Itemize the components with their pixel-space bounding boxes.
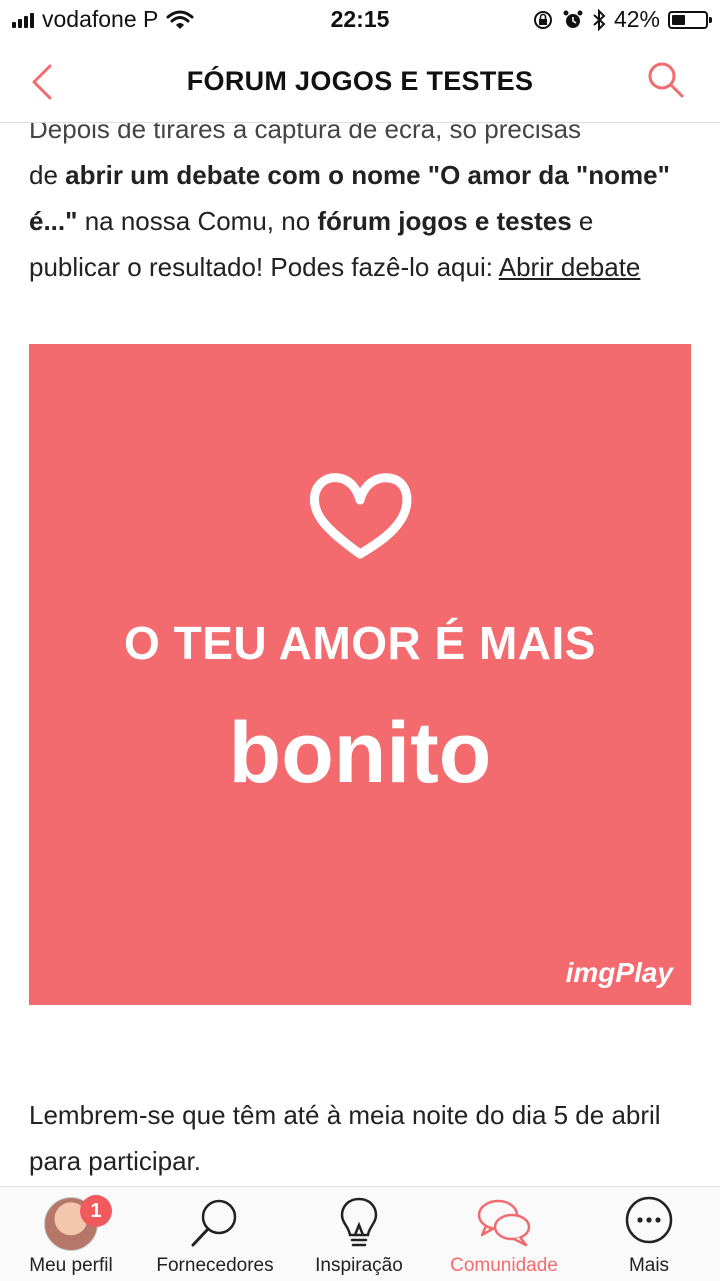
promo-line-2: bonito — [228, 705, 492, 801]
heart-icon — [309, 473, 412, 559]
text-run: de — [29, 160, 66, 190]
promo-line-1: O TEU AMOR É MAIS — [124, 617, 596, 669]
deadline-note: Lembrem-se que têm até à meia noite do d… — [29, 1100, 661, 1176]
bluetooth-icon — [593, 8, 606, 31]
more-icon — [625, 1196, 673, 1244]
promo-image[interactable]: O TEU AMOR É MAIS bonito imgPlay — [29, 344, 691, 1005]
chat-bubbles-icon — [477, 1199, 531, 1247]
tab-label: Meu perfil — [29, 1255, 113, 1276]
nav-bar: FÓRUM JOGOS E TESTES — [0, 40, 720, 123]
tab-label: Mais — [628, 1255, 670, 1276]
tab-bar: 1 Meu perfil Fornecedores Inspiração Com… — [0, 1186, 720, 1281]
search-icon — [191, 1199, 237, 1247]
search-icon[interactable] — [646, 60, 686, 100]
bold-text-run: fórum jogos e testes — [317, 206, 572, 236]
tab-suppliers[interactable]: Fornecedores — [142, 1187, 288, 1281]
tab-profile[interactable]: 1 Meu perfil — [0, 1187, 142, 1281]
notification-badge: 1 — [80, 1195, 112, 1227]
open-debate-link[interactable]: Abrir debate — [499, 252, 641, 282]
tab-label: Inspiração — [315, 1255, 403, 1276]
orientation-lock-icon — [533, 10, 552, 29]
tab-label: Fornecedores — [156, 1255, 274, 1276]
battery-icon — [668, 10, 712, 29]
text-run: na nossa Comu, no — [77, 206, 318, 236]
status-bar: vodafone P 22:15 42% — [0, 0, 720, 40]
page-title: FÓRUM JOGOS E TESTES — [186, 66, 534, 96]
brand-watermark: imgPlay — [565, 957, 673, 988]
lightbulb-icon — [340, 1197, 378, 1247]
tab-label: Comunidade — [450, 1255, 558, 1276]
tab-inspiration[interactable]: Inspiração — [288, 1187, 430, 1281]
battery-percent: 42% — [613, 6, 660, 32]
article-body: Depois de tirares a captura de ecrã, só … — [29, 106, 691, 290]
alarm-icon — [563, 10, 583, 28]
tab-community[interactable]: Comunidade — [430, 1187, 578, 1281]
article-paragraph: de abrir um debate com o nome "O amor da… — [29, 152, 691, 290]
tab-more[interactable]: Mais — [578, 1187, 720, 1281]
